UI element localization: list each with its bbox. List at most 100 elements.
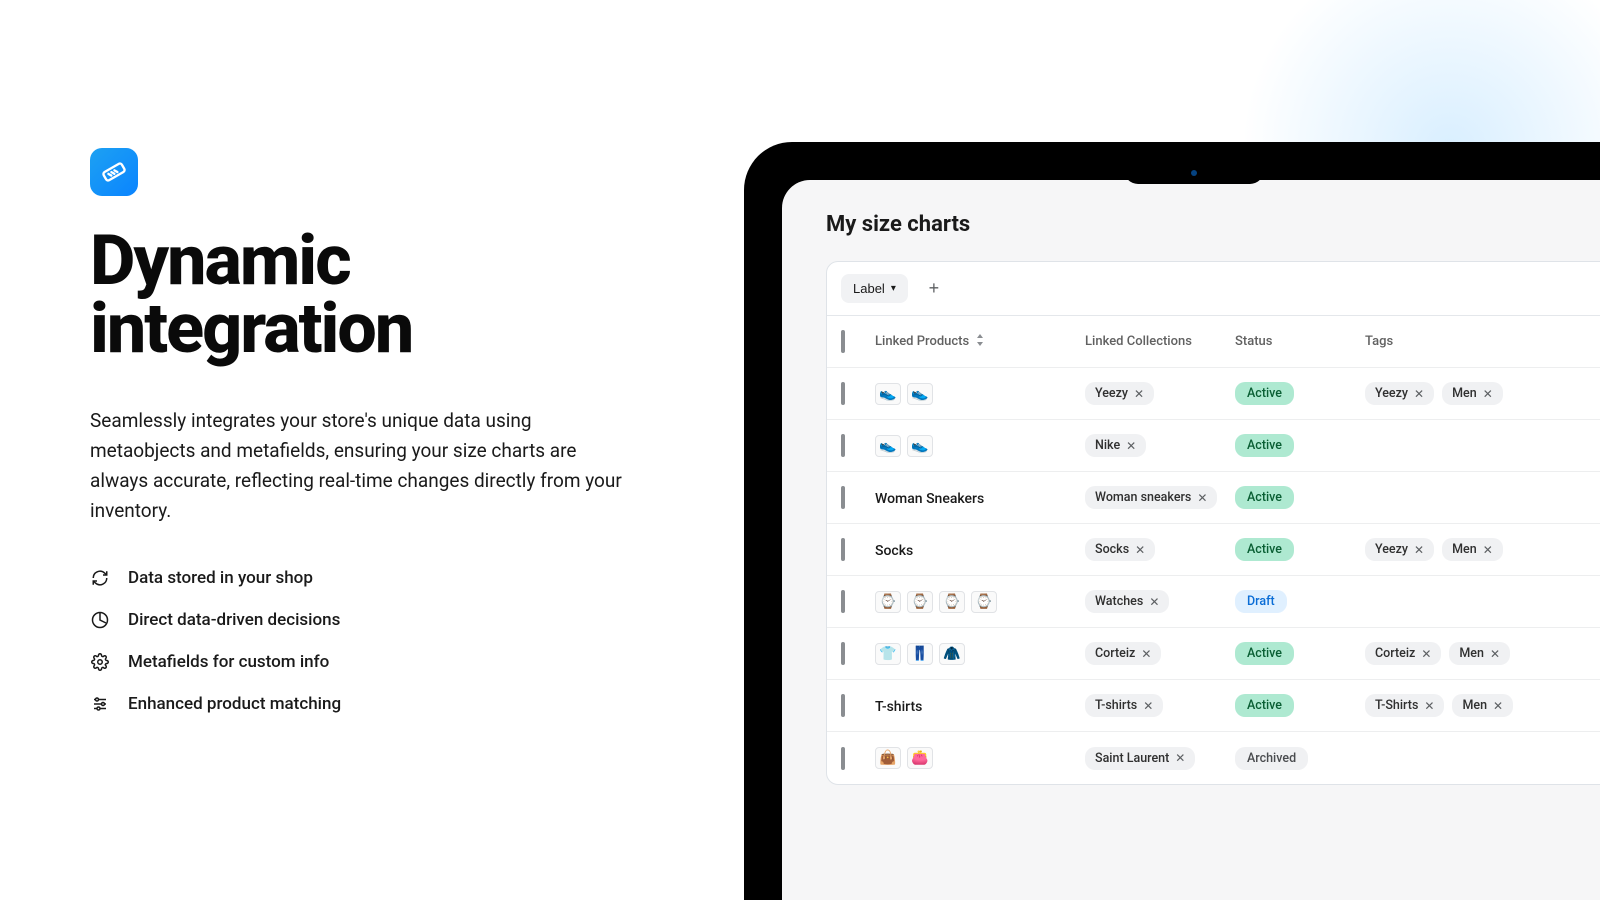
- collection-tag[interactable]: Woman sneakers✕: [1085, 486, 1217, 509]
- product-thumb: ⌚: [875, 591, 901, 613]
- product-thumb: 👜: [875, 747, 901, 769]
- remove-tag-icon[interactable]: ✕: [1483, 387, 1493, 401]
- product-name: T-shirts: [875, 699, 922, 715]
- remove-tag-icon[interactable]: ✕: [1483, 543, 1493, 557]
- remove-tag-icon[interactable]: ✕: [1143, 699, 1153, 713]
- tag[interactable]: Men✕: [1452, 694, 1513, 717]
- product-thumb: ⌚: [939, 591, 965, 613]
- remove-tag-icon[interactable]: ✕: [1197, 491, 1207, 505]
- piechart-icon: [90, 610, 110, 630]
- product-thumb: 👟: [907, 383, 933, 405]
- feature-item: Direct data-driven decisions: [90, 610, 700, 630]
- remove-tag-icon[interactable]: ✕: [1175, 751, 1185, 765]
- column-tags: Tags: [1365, 334, 1600, 349]
- product-thumb: 🧥: [939, 643, 965, 665]
- remove-tag-icon[interactable]: ✕: [1135, 543, 1145, 557]
- product-name: Woman Sneakers: [875, 491, 984, 507]
- tag[interactable]: Yeezy✕: [1365, 382, 1434, 405]
- tag[interactable]: Men✕: [1442, 538, 1503, 561]
- status-badge: Archived: [1235, 747, 1308, 770]
- table-row[interactable]: 👜👛Saint Laurent✕Archived: [827, 732, 1600, 784]
- product-thumb: 👛: [907, 747, 933, 769]
- chevron-down-icon: ▾: [891, 283, 896, 294]
- collection-tag[interactable]: Corteiz✕: [1085, 642, 1161, 665]
- feature-list: Data stored in your shop Direct data-dri…: [90, 568, 700, 714]
- product-thumb: ⌚: [907, 591, 933, 613]
- row-checkbox[interactable]: [841, 590, 845, 613]
- row-checkbox[interactable]: [841, 486, 845, 509]
- status-badge: Active: [1235, 694, 1294, 717]
- product-thumb: 👟: [907, 435, 933, 457]
- table-header-row: Linked Products Linked Collections Statu…: [827, 316, 1600, 368]
- status-badge: Active: [1235, 434, 1294, 457]
- column-linked-collections: Linked Collections: [1085, 334, 1235, 349]
- remove-tag-icon[interactable]: ✕: [1414, 387, 1424, 401]
- collection-tag[interactable]: Yeezy✕: [1085, 382, 1154, 405]
- remove-tag-icon[interactable]: ✕: [1141, 647, 1151, 661]
- feature-item: Enhanced product matching: [90, 694, 700, 714]
- headline: Dynamic integration: [90, 228, 700, 364]
- tag[interactable]: Corteiz✕: [1365, 642, 1441, 665]
- table-row[interactable]: T-shirts T-shirts✕ Active T-Shirts✕ Men✕: [827, 680, 1600, 732]
- sort-icon: [975, 333, 985, 351]
- status-badge: Active: [1235, 486, 1294, 509]
- remove-tag-icon[interactable]: ✕: [1126, 439, 1136, 453]
- size-charts-panel: Label ▾ + Linked Products Linked Collect…: [826, 261, 1600, 785]
- feature-text: Metafields for custom info: [128, 652, 329, 672]
- row-checkbox[interactable]: [841, 694, 845, 717]
- remove-tag-icon[interactable]: ✕: [1493, 699, 1503, 713]
- collection-tag[interactable]: Nike✕: [1085, 434, 1146, 457]
- table-row[interactable]: Woman Sneakers Woman sneakers✕ Active: [827, 472, 1600, 524]
- tablet-mockup: My size charts Label ▾ + Linked Products: [744, 142, 1600, 900]
- panel-toolbar: Label ▾ +: [827, 262, 1600, 316]
- row-checkbox[interactable]: [841, 538, 845, 561]
- column-status: Status: [1235, 334, 1365, 349]
- row-checkbox[interactable]: [841, 642, 845, 665]
- status-badge: Active: [1235, 642, 1294, 665]
- collection-tag[interactable]: Socks✕: [1085, 538, 1155, 561]
- description: Seamlessly integrates your store's uniqu…: [90, 406, 630, 526]
- remove-tag-icon[interactable]: ✕: [1421, 647, 1431, 661]
- feature-text: Data stored in your shop: [128, 568, 313, 588]
- panel-title: My size charts: [826, 212, 1600, 237]
- remove-tag-icon[interactable]: ✕: [1490, 647, 1500, 661]
- product-thumbnails: ⌚ ⌚ ⌚ ⌚: [875, 591, 1085, 613]
- label-filter-button[interactable]: Label ▾: [841, 274, 908, 303]
- tag[interactable]: Yeezy✕: [1365, 538, 1434, 561]
- collection-tag[interactable]: Saint Laurent✕: [1085, 747, 1195, 770]
- remove-tag-icon[interactable]: ✕: [1134, 387, 1144, 401]
- feature-item: Data stored in your shop: [90, 568, 700, 588]
- collection-tag[interactable]: T-shirts✕: [1085, 694, 1163, 717]
- refresh-icon: [90, 568, 110, 588]
- row-checkbox[interactable]: [841, 434, 845, 457]
- gear-icon: [90, 652, 110, 672]
- product-thumbnails: 👕 👖 🧥: [875, 643, 1085, 665]
- app-ruler-icon: [90, 148, 138, 196]
- select-all-checkbox[interactable]: [841, 330, 845, 353]
- sliders-icon: [90, 694, 110, 714]
- tag[interactable]: T-Shirts✕: [1365, 694, 1444, 717]
- product-thumb: 👖: [907, 643, 933, 665]
- collection-tag[interactable]: Watches✕: [1085, 590, 1169, 613]
- tag[interactable]: Men✕: [1442, 382, 1503, 405]
- column-linked-products[interactable]: Linked Products: [875, 333, 1085, 351]
- table-row[interactable]: 👟 👟 Nike✕ Active: [827, 420, 1600, 472]
- product-thumb: ⌚: [971, 591, 997, 613]
- product-thumb: 👟: [875, 383, 901, 405]
- tag[interactable]: Men✕: [1449, 642, 1510, 665]
- remove-tag-icon[interactable]: ✕: [1149, 595, 1159, 609]
- product-thumbnails: 👜👛: [875, 747, 1085, 769]
- product-thumb: 👟: [875, 435, 901, 457]
- row-checkbox[interactable]: [841, 747, 845, 770]
- add-filter-button[interactable]: +: [920, 275, 948, 303]
- table-row[interactable]: ⌚⌚⌚⌚Watches✕Draft: [827, 576, 1600, 628]
- product-thumb: 👕: [875, 643, 901, 665]
- remove-tag-icon[interactable]: ✕: [1414, 543, 1424, 557]
- table-row[interactable]: Socks Socks✕ Active Yeezy✕ Men✕: [827, 524, 1600, 576]
- remove-tag-icon[interactable]: ✕: [1424, 699, 1434, 713]
- table-row[interactable]: 👕 👖 🧥 Corteiz✕ Active Corteiz✕ Men✕: [827, 628, 1600, 680]
- row-checkbox[interactable]: [841, 382, 845, 405]
- product-name: Socks: [875, 543, 913, 559]
- table-row[interactable]: 👟👟Yeezy✕ActiveYeezy✕Men✕: [827, 368, 1600, 420]
- status-badge: Active: [1235, 538, 1294, 561]
